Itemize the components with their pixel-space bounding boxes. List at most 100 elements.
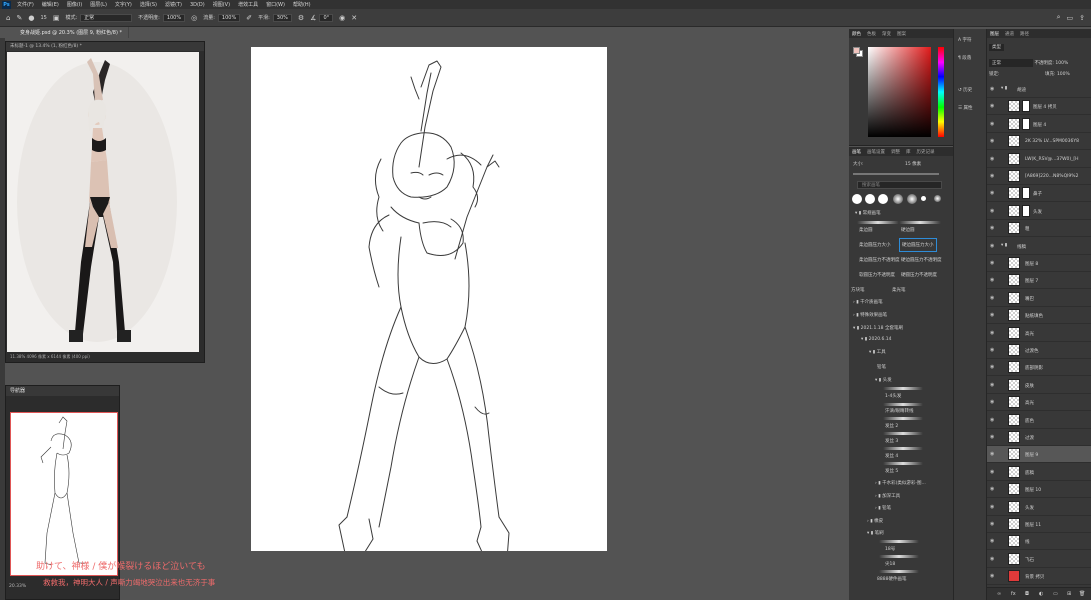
hue-slider[interactable]	[938, 47, 944, 137]
layer-row[interactable]: ◉ 图层 4 拷贝	[987, 98, 1091, 116]
layer-row[interactable]: ◉ 图层 4	[987, 116, 1091, 133]
gear-icon[interactable]: ⚙	[298, 14, 304, 22]
tab-channels[interactable]: 通道	[1005, 31, 1014, 37]
menu-type[interactable]: 文字(Y)	[115, 1, 132, 8]
dock-item-history[interactable]: ↺ 历史	[958, 87, 972, 93]
layer-row[interactable]: ◉ 背景 拷贝	[987, 568, 1091, 586]
flow-field[interactable]: 100%	[217, 13, 241, 22]
brush-item[interactable]: 软圆压力不透明度	[859, 272, 895, 278]
smoothing-field[interactable]: 30%	[272, 13, 292, 22]
layer-thumbnail[interactable]	[1008, 291, 1020, 304]
layer-row[interactable]: ◉ 飞石	[987, 551, 1091, 568]
layer-thumbnail[interactable]	[1008, 222, 1020, 235]
layer-thumbnail[interactable]	[1008, 552, 1020, 565]
drawing-canvas[interactable]	[251, 47, 607, 551]
layer-thumbnail[interactable]	[1008, 518, 1020, 530]
brush-folder[interactable]: ▾ ▮ 2021.1.18 全套笔刷	[853, 325, 903, 331]
layer-thumbnail[interactable]	[1008, 396, 1020, 409]
brush-item[interactable]: 柔边圆	[859, 227, 873, 233]
layer-blend-select[interactable]: 正常	[989, 59, 1033, 67]
brush-item[interactable]: 发丝 3	[885, 438, 898, 444]
layer-row[interactable]: ◉ 线	[987, 533, 1091, 551]
angle-field[interactable]: 0°	[319, 13, 334, 22]
brush-item[interactable]: 硬边圆	[901, 227, 915, 233]
layer-thumbnail[interactable]	[1008, 204, 1020, 217]
brush-tool-icon[interactable]: ✎	[16, 14, 22, 22]
layer-thumbnail[interactable]	[1008, 344, 1020, 356]
brush-item[interactable]: 方块笔	[851, 287, 865, 293]
menu-image[interactable]: 图像(I)	[67, 1, 82, 8]
layer-thumbnail[interactable]	[1008, 152, 1020, 165]
adjustment-icon[interactable]: ◐	[1039, 591, 1043, 597]
tab-layers[interactable]: 图层	[990, 31, 999, 37]
brush-search-input[interactable]: 搜索画笔	[857, 181, 942, 189]
brush-item[interactable]: 硬圆压力不透明度	[901, 272, 937, 278]
fx-icon[interactable]: fx	[1011, 591, 1016, 597]
brush-item[interactable]: 汗滴/眼睛转线	[885, 408, 914, 414]
brush-settings-icon[interactable]: ▣	[53, 14, 60, 22]
layer-thumbnail[interactable]	[1008, 483, 1020, 496]
new-layer-icon[interactable]: ⊞	[1067, 591, 1071, 597]
opacity-field[interactable]: 100%	[162, 13, 186, 22]
layer-mask-thumbnail[interactable]	[1022, 204, 1030, 217]
tab-patterns[interactable]: 图案	[897, 31, 906, 37]
layer-row[interactable]: ◉ LW(K_RSV@...37W0)_[H	[987, 151, 1091, 168]
menu-select[interactable]: 选择(S)	[140, 1, 157, 8]
brush-tip-preview[interactable]	[893, 194, 903, 204]
layer-thumbnail[interactable]	[1008, 257, 1020, 269]
layer-thumbnail[interactable]	[1008, 170, 1020, 182]
fill-value[interactable]: 100%	[1057, 72, 1070, 77]
visibility-eye-icon[interactable]: ◉	[990, 504, 994, 510]
layer-row[interactable]: ◉ 粗	[987, 220, 1091, 238]
pressure-opacity-icon[interactable]: ◎	[191, 14, 197, 22]
home-icon[interactable]: ⌂	[6, 14, 10, 22]
brush-folder[interactable]: ▾ ▮ 工具	[869, 349, 886, 355]
layer-thumbnail[interactable]	[1008, 117, 1020, 130]
visibility-eye-icon[interactable]: ◉	[990, 417, 994, 423]
search-icon[interactable]: ⌕	[1057, 13, 1061, 22]
brush-item[interactable]: 柔光笔	[892, 287, 906, 293]
brush-folder[interactable]: ▾ ▮ 常规画笔	[855, 210, 881, 216]
brush-item[interactable]: 尖18	[885, 561, 895, 567]
layer-row[interactable]: ◉ [A869]220...N8%QI9%2	[987, 168, 1091, 185]
visibility-eye-icon[interactable]: ◉	[990, 330, 994, 336]
visibility-eye-icon[interactable]: ◉	[990, 103, 994, 109]
visibility-eye-icon[interactable]: ◉	[990, 277, 994, 283]
symmetry-icon[interactable]: ✕	[351, 14, 357, 22]
layer-group-row[interactable]: ◉ ▾ ▮ 线稿	[987, 238, 1091, 255]
layer-row[interactable]: ◉ 图层 8	[987, 255, 1091, 272]
visibility-eye-icon[interactable]: ◉	[990, 295, 994, 301]
brush-folder[interactable]: › ▮ 铅笔	[875, 505, 891, 511]
menu-window[interactable]: 窗口(W)	[266, 1, 285, 8]
visibility-eye-icon[interactable]: ◉	[990, 208, 994, 214]
reference-window[interactable]: 未标题-1 @ 13.4% (1, 粉红色/8) * 11.38% 4096 像…	[5, 41, 205, 363]
menu-3d[interactable]: 3D(D)	[190, 2, 205, 8]
layer-row[interactable]: ◉ 头发	[987, 499, 1091, 516]
layer-thumbnail[interactable]	[1008, 378, 1020, 391]
brush-item[interactable]: 发丝 4	[885, 453, 898, 459]
layer-row[interactable]: ◉ 贴纸填色	[987, 307, 1091, 325]
brush-tip-preview[interactable]	[878, 194, 888, 204]
brush-item[interactable]: 18号	[885, 546, 895, 552]
document-tab[interactable]: 变身战姬.psd @ 20.3% (图层 9, 粉红色/8) *	[14, 27, 130, 38]
pressure-size-icon[interactable]: ◉	[339, 14, 345, 22]
visibility-eye-icon[interactable]: ◉	[990, 86, 994, 92]
menu-edit[interactable]: 编辑(E)	[42, 1, 59, 8]
brush-item[interactable]: 发丝 2	[885, 423, 898, 429]
layer-thumbnail[interactable]	[1008, 431, 1020, 443]
brush-preset-icon[interactable]: ●	[28, 14, 34, 22]
layer-opacity-value[interactable]: 100%	[1055, 61, 1068, 66]
menu-file[interactable]: 文件(F)	[17, 1, 34, 8]
layer-thumbnail[interactable]	[1008, 535, 1020, 548]
tab-paths[interactable]: 路径	[1020, 31, 1029, 37]
layer-mask-thumbnail[interactable]	[1022, 187, 1030, 200]
visibility-eye-icon[interactable]: ◉	[990, 573, 994, 579]
layers-panel[interactable]: 图层 通道 路径 类型 正常 不透明度: 100% 锁定: 填充: 100% ◉…	[987, 29, 1091, 600]
menu-layer[interactable]: 图层(L)	[90, 1, 107, 8]
visibility-eye-icon[interactable]: ◉	[990, 260, 994, 266]
layer-row[interactable]: ◉ 过渡色	[987, 342, 1091, 359]
dock-item-properties[interactable]: ☰ 属性	[958, 105, 972, 111]
layer-row[interactable]: ◉ 底稿	[987, 464, 1091, 481]
layer-row[interactable]: ◉ 高光	[987, 394, 1091, 412]
brush-item-selected[interactable]: 硬边圆压力大小	[899, 238, 937, 252]
